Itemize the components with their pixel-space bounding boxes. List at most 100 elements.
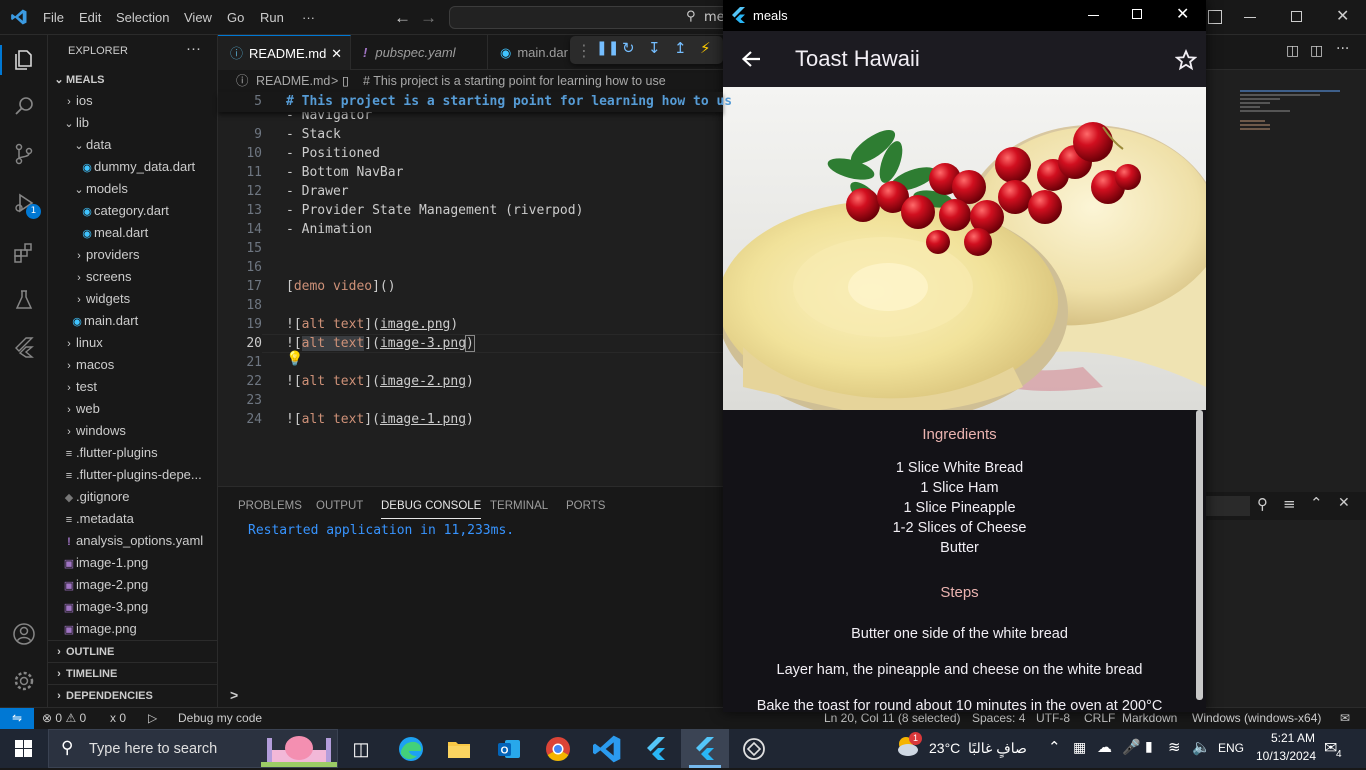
- outline-section[interactable]: › OUTLINE: [48, 640, 218, 662]
- tree-folder-ios[interactable]: › ios: [48, 90, 218, 112]
- flutter-device[interactable]: Windows (windows-x64): [1192, 708, 1321, 730]
- panel-tab-debug-console[interactable]: DEBUG CONSOLE: [381, 497, 482, 519]
- edge-browser-icon[interactable]: [395, 733, 427, 765]
- hot-reload-icon[interactable]: ⚡: [700, 39, 711, 57]
- restore-icon[interactable]: [1291, 11, 1302, 22]
- problems-indicator[interactable]: ⊗ 0 ⚠ 0: [42, 708, 86, 730]
- input-language[interactable]: ENG: [1218, 741, 1244, 755]
- settings-gear-icon[interactable]: [12, 669, 36, 693]
- panel-tab-terminal[interactable]: TERMINAL: [490, 497, 548, 519]
- nav-forward-icon[interactable]: →: [420, 0, 437, 35]
- image-url[interactable]: image-3.png: [380, 336, 466, 351]
- tree-folder-widgets[interactable]: › widgets: [48, 288, 218, 310]
- volume-icon[interactable]: 🔈: [1192, 738, 1211, 756]
- windows-start-icon[interactable]: [15, 740, 32, 757]
- editor-more-icon[interactable]: ···: [1336, 41, 1349, 57]
- close-icon[interactable]: ✕: [1336, 6, 1349, 25]
- tree-file-image[interactable]: ▣ image.png: [48, 618, 218, 640]
- drag-handle-icon[interactable]: ⋮: [576, 41, 592, 60]
- source-control-icon[interactable]: [12, 142, 36, 166]
- breadcrumb-file[interactable]: README.md: [256, 70, 330, 92]
- tree-file-flutter-plugins[interactable]: ≡ .flutter-plugins: [48, 442, 218, 464]
- close-panel-icon[interactable]: ✕: [1338, 495, 1350, 511]
- tree-folder-lib[interactable]: ⌄ lib: [48, 112, 218, 134]
- menu-go[interactable]: Go: [227, 0, 244, 35]
- chrome-icon[interactable]: [542, 733, 574, 765]
- timeline-section[interactable]: › TIMELINE: [48, 662, 218, 684]
- tree-folder-test[interactable]: › test: [48, 376, 218, 398]
- code-editor[interactable]: 5 # This project is a starting point for…: [218, 92, 732, 486]
- explorer-more-icon[interactable]: ···: [186, 40, 201, 57]
- step-out-icon[interactable]: ↥: [674, 39, 687, 57]
- tree-file-metadata[interactable]: ≡ .metadata: [48, 508, 218, 530]
- flutter-icon[interactable]: [12, 335, 36, 359]
- tree-folder-macos[interactable]: › macos: [48, 354, 218, 376]
- minimap[interactable]: [1240, 90, 1350, 200]
- tray-camera-icon[interactable]: ▦: [1073, 739, 1086, 756]
- minimize-icon[interactable]: [1244, 17, 1256, 18]
- tree-file-image-2[interactable]: ▣ image-2.png: [48, 574, 218, 596]
- chevron-up-icon[interactable]: ⌃: [1310, 494, 1323, 512]
- back-arrow-icon[interactable]: [741, 50, 761, 68]
- tree-folder-web[interactable]: › web: [48, 398, 218, 420]
- flutter-taskbar-icon[interactable]: [640, 733, 672, 765]
- debug-play-icon[interactable]: ▷: [148, 708, 157, 730]
- nav-back-icon[interactable]: ←: [394, 0, 411, 35]
- panel-tab-problems[interactable]: PROBLEMS: [238, 497, 302, 519]
- panel-tab-output[interactable]: OUTPUT: [316, 497, 363, 519]
- menu-run[interactable]: Run: [260, 0, 284, 35]
- menu-view[interactable]: View: [184, 0, 212, 35]
- testing-icon[interactable]: [12, 288, 36, 312]
- meals-app-taskbar-icon[interactable]: [689, 733, 721, 765]
- tree-folder-models[interactable]: ⌄ models: [48, 178, 218, 200]
- devtools-icon[interactable]: [738, 733, 770, 765]
- open-preview-icon[interactable]: ◫: [1286, 43, 1299, 59]
- image-url[interactable]: image-1.png: [380, 412, 466, 427]
- vscode-logo-icon[interactable]: [10, 8, 28, 26]
- weather-temp[interactable]: 23°C: [929, 740, 960, 756]
- search-icon[interactable]: [12, 94, 36, 118]
- tree-file-main[interactable]: ◉ main.dart: [48, 310, 218, 332]
- file-explorer-icon[interactable]: [443, 733, 475, 765]
- menu-selection[interactable]: Selection: [116, 0, 169, 35]
- app-minimize-icon[interactable]: [1088, 15, 1099, 16]
- step-over-icon[interactable]: ↻: [622, 39, 635, 57]
- app-close-icon[interactable]: ✕: [1176, 4, 1189, 24]
- filter-input[interactable]: [1206, 496, 1250, 516]
- image-url[interactable]: image.png: [380, 317, 450, 332]
- battery-icon[interactable]: ▮: [1145, 738, 1153, 755]
- scrollbar-thumb[interactable]: [1196, 410, 1203, 700]
- notifications-bell-icon[interactable]: ✉: [1340, 708, 1350, 730]
- console-prompt-icon[interactable]: >: [230, 687, 238, 703]
- tab-pubspec[interactable]: ! pubspec.yaml: [351, 35, 488, 70]
- explorer-icon[interactable]: [12, 48, 36, 72]
- clock-time[interactable]: 5:21 AM: [1263, 731, 1323, 745]
- tab-readme[interactable]: ⓘ README.md ✕: [218, 35, 351, 70]
- tree-file-category[interactable]: ◉ category.dart: [48, 200, 218, 222]
- task-view-icon[interactable]: ◫: [345, 733, 377, 765]
- tree-file-analysis-options[interactable]: ! analysis_options.yaml: [48, 530, 218, 552]
- tree-file-image-3[interactable]: ▣ image-3.png: [48, 596, 218, 618]
- menu-file[interactable]: File: [43, 0, 64, 35]
- tree-folder-windows[interactable]: › windows: [48, 420, 218, 442]
- explorer-root-meals[interactable]: ⌄ MEALS: [48, 69, 218, 91]
- breadcrumb-section[interactable]: # This project is a starting point for l…: [363, 70, 666, 92]
- onedrive-icon[interactable]: ☁: [1097, 738, 1112, 756]
- app-maximize-icon[interactable]: [1132, 9, 1142, 19]
- clear-console-icon[interactable]: ≡: [1283, 495, 1296, 513]
- tree-file-meal[interactable]: ◉ meal.dart: [48, 222, 218, 244]
- weather-desc[interactable]: صافٍ غالبًا: [968, 740, 1027, 757]
- step-into-icon[interactable]: ↧: [648, 39, 661, 57]
- tree-file-flutter-plugins-deps[interactable]: ≡ .flutter-plugins-depe...: [48, 464, 218, 486]
- menu-more[interactable]: ···: [302, 0, 315, 35]
- menu-edit[interactable]: Edit: [79, 0, 101, 35]
- search-icon[interactable]: ⚲: [1257, 495, 1268, 513]
- favorite-star-icon[interactable]: [1175, 49, 1197, 71]
- image-url[interactable]: image-2.png: [380, 374, 466, 389]
- dependencies-section[interactable]: › DEPENDENCIES: [48, 684, 218, 706]
- tree-file-gitignore[interactable]: ◆ .gitignore: [48, 486, 218, 508]
- debug-config[interactable]: Debug my code: [178, 708, 262, 730]
- panel-tab-ports[interactable]: PORTS: [566, 497, 605, 519]
- clock-date[interactable]: 10/13/2024: [1249, 749, 1323, 763]
- extensions-icon[interactable]: [12, 241, 36, 265]
